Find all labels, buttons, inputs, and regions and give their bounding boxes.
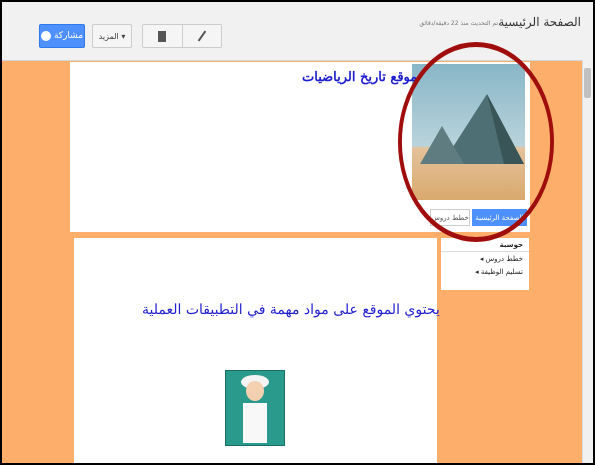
sidebar-item-lessons[interactable]: ◂ خطط دروس [441, 252, 529, 265]
content-text: يحتوي الموقع على مواد مهمة في التطبيقات … [142, 302, 440, 318]
more-button[interactable]: المزيد ▾ [92, 24, 132, 48]
last-edit-note: تم التحديث منذ 22 دقيقة/دقائق [419, 20, 498, 27]
more-label: المزيد ▾ [98, 31, 126, 41]
sidebar: حوسبة ◂ خطط دروس ◂ تسليم الوظيفة [441, 238, 529, 290]
scientist-image [225, 370, 285, 446]
page-title: الصفحة الرئيسية [498, 15, 581, 29]
annotation-circle [398, 42, 554, 242]
share-label: مشاركة [53, 31, 84, 41]
scientist-face [246, 381, 264, 401]
scientist-coat [243, 403, 267, 443]
new-page-icon [158, 30, 167, 42]
scrollbar-thumb[interactable] [584, 68, 591, 98]
pencil-icon [197, 30, 207, 42]
vertical-scrollbar[interactable] [582, 60, 593, 463]
edit-page-button[interactable] [181, 25, 222, 47]
site-title: موقع تاريخ الرياضيات [302, 70, 418, 85]
sidebar-item-submit[interactable]: ◂ تسليم الوظيفة [441, 265, 529, 278]
screenshot-frame: مشاركة المزيد ▾ تم التحديث منذ 22 دقيقة/… [0, 0, 595, 465]
share-button[interactable]: مشاركة [39, 24, 85, 48]
edit-tools [142, 24, 222, 48]
globe-icon [40, 31, 51, 41]
new-page-button[interactable] [143, 25, 182, 47]
